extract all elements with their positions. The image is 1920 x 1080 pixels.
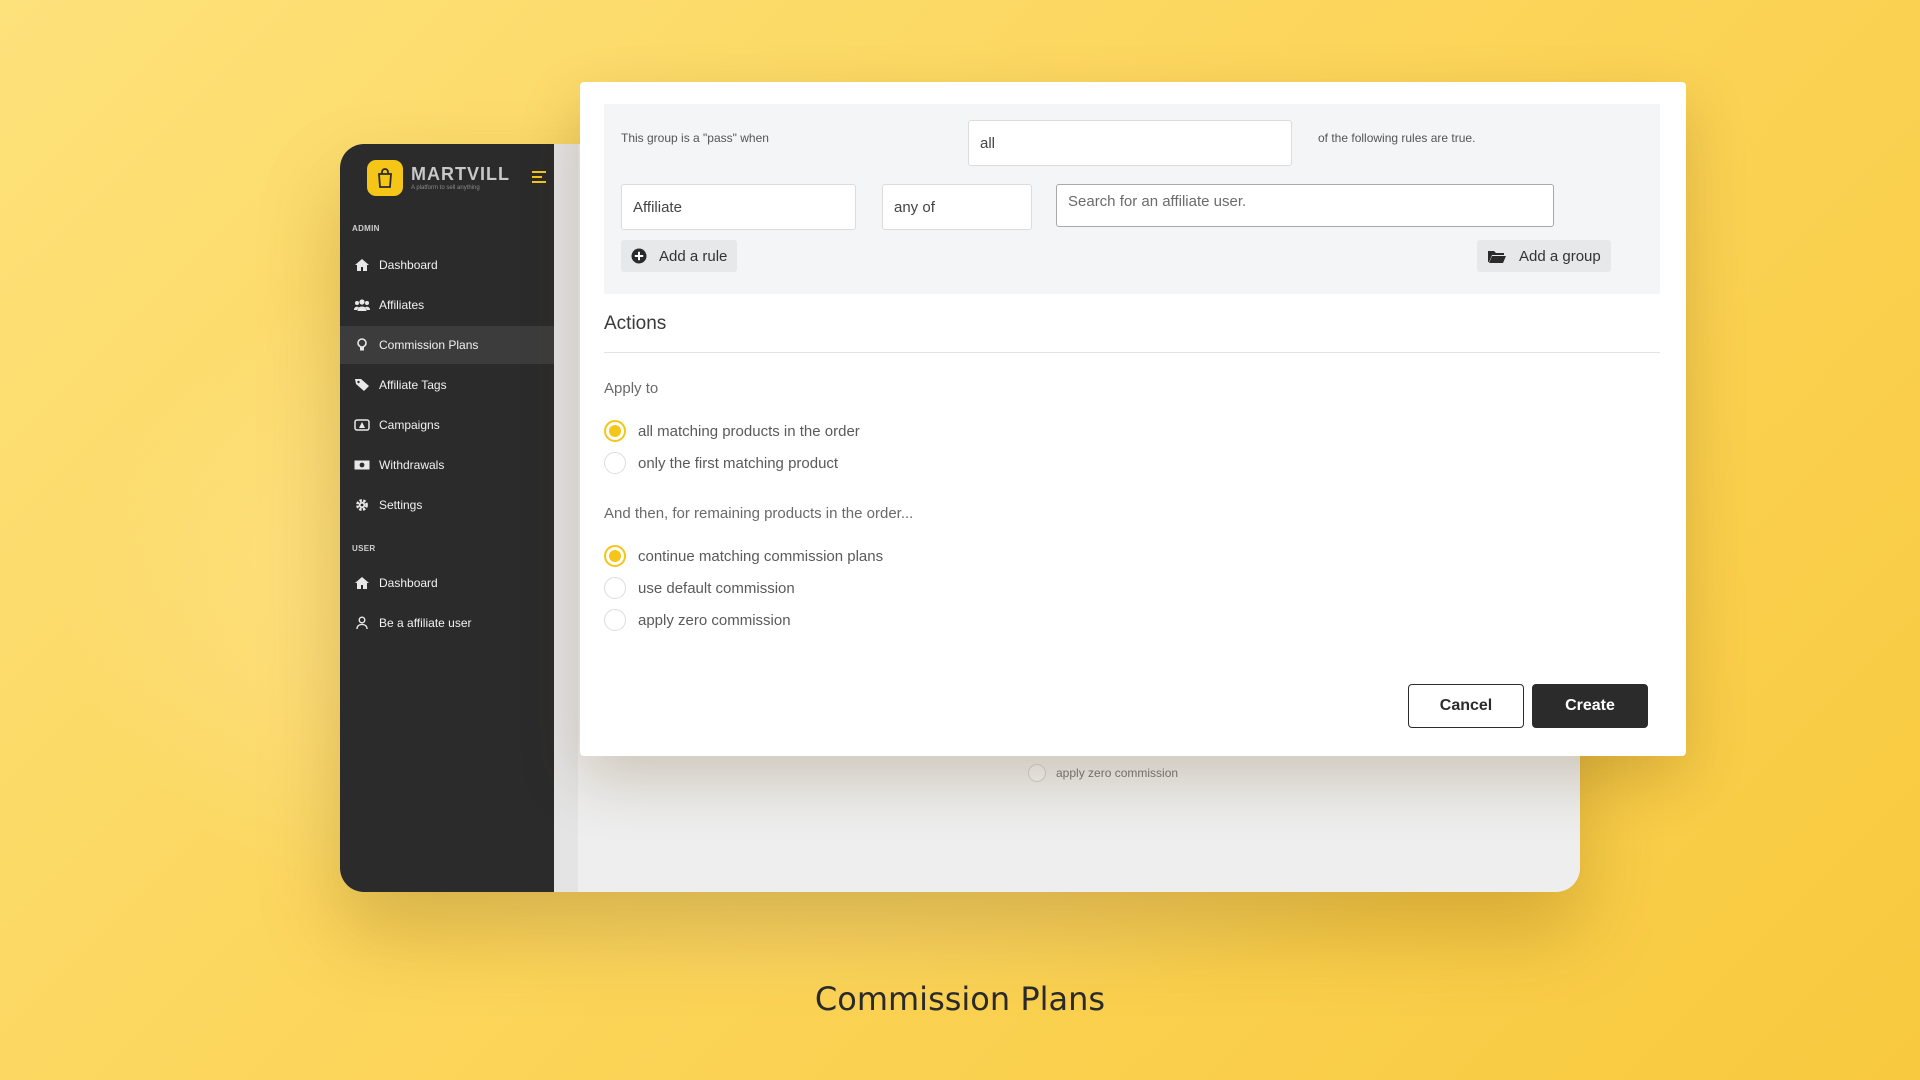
actions-heading: Actions (604, 313, 667, 334)
gear-icon (356, 499, 368, 511)
lightbulb-icon (357, 338, 367, 351)
rule-group: This group is a "pass" when all of the f… (604, 104, 1660, 294)
remaining-products-label: And then, for remaining products in the … (604, 505, 914, 522)
plus-circle-icon (631, 248, 647, 264)
add-rule-label: Add a rule (659, 247, 728, 265)
rule-field-select[interactable]: Affiliate (621, 184, 856, 230)
sidebar-item-label: Affiliates (379, 298, 425, 312)
admin-section-label: ADMIN (352, 224, 380, 233)
sidebar-item-commission-plans[interactable]: Commission Plans (340, 326, 554, 364)
content-strip (554, 144, 578, 892)
folder-open-icon (1488, 250, 1506, 263)
add-group-button[interactable]: Add a group (1477, 240, 1611, 272)
rule-operator-value: any of (894, 198, 935, 216)
radio-apply-first-matching[interactable]: only the first matching product (604, 452, 838, 474)
sidebar-item-label: Withdrawals (379, 458, 445, 472)
radio-icon (604, 452, 626, 474)
brand-name: MARTVILL (411, 164, 510, 184)
sidebar-item-affiliates[interactable]: Affiliates (340, 286, 554, 324)
sidebar-item-settings[interactable]: Settings (340, 486, 554, 524)
rule-field-value: Affiliate (633, 198, 682, 216)
radio-label: all matching products in the order (638, 422, 860, 440)
page-caption: Commission Plans (814, 980, 1106, 1018)
sidebar-item-label: Affiliate Tags (379, 378, 447, 392)
radio-continue-matching[interactable]: continue matching commission plans (604, 545, 883, 567)
user-icon (356, 616, 368, 630)
radio-apply-all-matching[interactable]: all matching products in the order (604, 420, 860, 442)
radio-icon (604, 609, 626, 631)
user-section-label: USER (352, 544, 376, 553)
radio-icon (604, 577, 626, 599)
shopping-bag-icon (367, 160, 403, 196)
background-radio-apply-zero: apply zero commission (1028, 764, 1178, 782)
sidebar-item-affiliate-tags[interactable]: Affiliate Tags (340, 366, 554, 404)
users-icon (354, 299, 370, 311)
radio-label: continue matching commission plans (638, 547, 884, 565)
sidebar-item-be-affiliate[interactable]: Be a affiliate user (340, 604, 554, 642)
add-group-label: Add a group (1519, 247, 1601, 265)
radio-apply-zero[interactable]: apply zero commission (604, 609, 791, 631)
group-pass-label: This group is a "pass" when (621, 131, 769, 145)
radio-icon (604, 420, 626, 442)
affiliate-search-input[interactable]: Search for an affiliate user. (1056, 184, 1554, 227)
tag-icon (355, 379, 369, 391)
apply-to-label: Apply to (604, 380, 659, 397)
money-icon (354, 460, 370, 470)
radio-icon (604, 545, 626, 567)
campaign-icon (354, 419, 370, 431)
sidebar-item-user-dashboard[interactable]: Dashboard (340, 564, 554, 602)
menu-toggle-icon[interactable] (531, 170, 548, 188)
rule-operator-select[interactable]: any of (882, 184, 1032, 230)
actions-divider (604, 352, 1660, 353)
radio-label: use default commission (638, 579, 795, 597)
radio-icon (1028, 764, 1046, 782)
home-icon (355, 259, 369, 271)
sidebar: MARTVILL A platform to sell anything ADM… (340, 144, 554, 892)
sidebar-item-label: Commission Plans (379, 338, 479, 352)
affiliate-search-placeholder: Search for an affiliate user. (1068, 193, 1247, 210)
group-pass-select[interactable]: all (968, 120, 1292, 166)
cancel-button[interactable]: Cancel (1408, 684, 1524, 728)
sidebar-item-label: Dashboard (379, 576, 438, 590)
logo[interactable]: MARTVILL A platform to sell anything (340, 144, 554, 202)
add-rule-button[interactable]: Add a rule (621, 240, 738, 272)
group-rules-label: of the following rules are true. (1318, 131, 1476, 145)
radio-label: apply zero commission (638, 611, 791, 629)
commission-plan-modal: This group is a "pass" when all of the f… (580, 82, 1686, 756)
sidebar-item-dashboard[interactable]: Dashboard (340, 246, 554, 284)
background-radio-label: apply zero commission (1056, 766, 1179, 780)
sidebar-item-label: Settings (379, 498, 423, 512)
brand-tagline: A platform to sell anything (411, 185, 480, 191)
sidebar-item-campaigns[interactable]: Campaigns (340, 406, 554, 444)
sidebar-item-withdrawals[interactable]: Withdrawals (340, 446, 554, 484)
radio-use-default[interactable]: use default commission (604, 577, 795, 599)
group-pass-value: all (980, 134, 996, 152)
sidebar-item-label: Be a affiliate user (379, 616, 472, 630)
home-icon (355, 577, 369, 589)
radio-label: only the first matching product (638, 454, 839, 472)
sidebar-item-label: Dashboard (379, 258, 438, 272)
create-button[interactable]: Create (1532, 684, 1648, 728)
sidebar-item-label: Campaigns (379, 418, 440, 432)
